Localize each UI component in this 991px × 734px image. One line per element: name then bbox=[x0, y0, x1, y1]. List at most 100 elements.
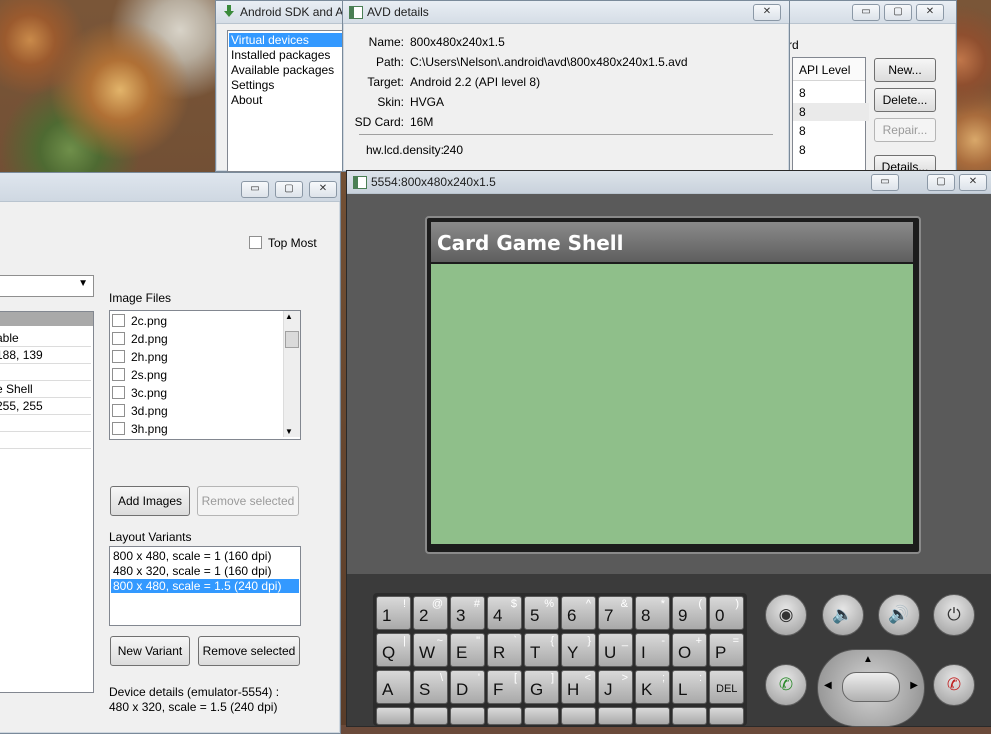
keyboard-key[interactable]: 3 # bbox=[450, 596, 485, 630]
remove-selected-images-button[interactable]: Remove selected bbox=[197, 486, 299, 516]
keyboard-key[interactable]: S \ bbox=[413, 670, 448, 704]
add-images-button[interactable]: Add Images bbox=[110, 486, 190, 516]
api-level-cell[interactable]: 8 bbox=[793, 84, 869, 102]
close-button[interactable]: ✕ bbox=[753, 4, 781, 21]
keyboard-key[interactable]: 4 $ bbox=[487, 596, 522, 630]
property-row[interactable] bbox=[0, 432, 91, 449]
keyboard-key[interactable]: 6 ^ bbox=[561, 596, 596, 630]
new-variant-button[interactable]: New Variant bbox=[110, 636, 190, 666]
keyboard-key[interactable]: P = bbox=[709, 633, 744, 667]
keyboard-key[interactable]: Y} bbox=[561, 633, 596, 667]
image-file-item[interactable]: 3h.png bbox=[112, 421, 168, 438]
keyboard-key[interactable]: I- bbox=[635, 633, 670, 667]
keyboard-key[interactable]: 7 & bbox=[598, 596, 633, 630]
camera-icon[interactable]: ◉ bbox=[765, 594, 807, 636]
checkbox[interactable] bbox=[112, 368, 125, 381]
keyboard-key[interactable] bbox=[635, 707, 670, 725]
keyboard-key[interactable]: L: bbox=[672, 670, 707, 704]
keyboard-key[interactable] bbox=[598, 707, 633, 725]
image-file-item[interactable]: 2s.png bbox=[112, 367, 167, 384]
tool-titlebar[interactable]: ▭ ▢ ✕ bbox=[0, 173, 340, 202]
checkbox[interactable] bbox=[112, 422, 125, 435]
scroll-thumb[interactable] bbox=[285, 331, 299, 348]
checkbox[interactable] bbox=[112, 332, 125, 345]
volume-up-icon[interactable]: 🔊 bbox=[878, 594, 920, 636]
scroll-down-icon[interactable]: ▼ bbox=[285, 427, 293, 436]
sdk-nav-item[interactable]: Settings bbox=[229, 78, 347, 92]
keyboard-key[interactable]: U _ bbox=[598, 633, 633, 667]
sdk-nav-item[interactable]: Available packages bbox=[229, 63, 347, 77]
keyboard-key[interactable] bbox=[376, 707, 411, 725]
keyboard-key[interactable] bbox=[413, 707, 448, 725]
keyboard-key[interactable] bbox=[487, 707, 522, 725]
dpad-up-icon[interactable]: ▲ bbox=[863, 654, 873, 665]
close-button[interactable]: ✕ bbox=[916, 4, 944, 21]
checkbox[interactable] bbox=[112, 350, 125, 363]
dpad-center-button[interactable] bbox=[842, 672, 900, 702]
keyboard-key[interactable]: 5% bbox=[524, 596, 559, 630]
keyboard-key[interactable] bbox=[672, 707, 707, 725]
layout-variant-item[interactable]: 800 x 480, scale = 1 (160 dpi) bbox=[111, 549, 299, 563]
keyboard-key[interactable]: Q | bbox=[376, 633, 411, 667]
close-button[interactable]: ✕ bbox=[959, 174, 987, 191]
delete-avd-button[interactable]: Delete... bbox=[874, 88, 936, 112]
keyboard-key[interactable]: 2 @ bbox=[413, 596, 448, 630]
power-icon[interactable]: ⏻ bbox=[933, 594, 975, 636]
sdk-nav-item[interactable]: About bbox=[229, 93, 347, 107]
keyboard-key[interactable] bbox=[524, 707, 559, 725]
call-icon[interactable]: ✆ bbox=[765, 664, 807, 706]
property-row[interactable]: e Shell bbox=[0, 381, 91, 398]
keyboard-key[interactable] bbox=[450, 707, 485, 725]
checkbox[interactable] bbox=[112, 386, 125, 399]
emulator-titlebar[interactable]: 5554:800x480x240x1.5 ▭ ▢ ✕ bbox=[347, 171, 991, 194]
image-file-item[interactable]: 2c.png bbox=[112, 313, 167, 330]
keyboard-key[interactable]: T{ bbox=[524, 633, 559, 667]
remove-selected-variant-button[interactable]: Remove selected bbox=[198, 636, 300, 666]
keyboard-key[interactable]: 1! bbox=[376, 596, 411, 630]
new-avd-button[interactable]: New... bbox=[874, 58, 936, 82]
checkbox-box[interactable] bbox=[249, 236, 262, 249]
top-most-checkbox[interactable]: Top Most bbox=[249, 236, 317, 250]
property-row[interactable]: able bbox=[0, 330, 91, 347]
keyboard-key[interactable]: F[ bbox=[487, 670, 522, 704]
keyboard-key[interactable]: J > bbox=[598, 670, 633, 704]
image-file-item[interactable]: 3c.png bbox=[112, 385, 167, 402]
layout-variants-list[interactable]: 800 x 480, scale = 1 (160 dpi) 480 x 320,… bbox=[109, 546, 301, 626]
property-row[interactable] bbox=[0, 364, 91, 381]
keyboard-key[interactable]: A bbox=[376, 670, 411, 704]
volume-down-icon[interactable]: 🔈 bbox=[822, 594, 864, 636]
maximize-button[interactable]: ▢ bbox=[884, 4, 912, 21]
image-files-list[interactable]: 2c.png 2d.png 2h.png 2s.png 3c.png 3d.png 3h.p… bbox=[109, 310, 301, 440]
keyboard-key[interactable]: 9( bbox=[672, 596, 707, 630]
image-file-item[interactable]: 2h.png bbox=[112, 349, 168, 366]
layout-variant-item[interactable]: 480 x 320, scale = 1 (160 dpi) bbox=[111, 564, 299, 578]
keyboard-key[interactable]: O + bbox=[672, 633, 707, 667]
keyboard-key[interactable] bbox=[561, 707, 596, 725]
close-button[interactable]: ✕ bbox=[309, 181, 337, 198]
image-file-item[interactable]: 3d.png bbox=[112, 403, 168, 420]
keyboard-key[interactable]: R ` bbox=[487, 633, 522, 667]
properties-grid[interactable]: able188, 139 e Shell255, 255 bbox=[0, 311, 94, 693]
avd-details-titlebar[interactable]: AVD details ✕ bbox=[343, 1, 789, 24]
checkbox[interactable] bbox=[112, 314, 125, 327]
api-level-cell[interactable]: 8 bbox=[793, 103, 869, 121]
keyboard-key[interactable]: G] bbox=[524, 670, 559, 704]
api-level-cell[interactable]: 8 bbox=[793, 122, 869, 140]
keyboard-key[interactable]: E " bbox=[450, 633, 485, 667]
checkbox[interactable] bbox=[112, 404, 125, 417]
sdk-nav-item[interactable]: Installed packages bbox=[229, 48, 347, 62]
property-row[interactable]: 188, 139 bbox=[0, 347, 91, 364]
keyboard-key[interactable]: 0) bbox=[709, 596, 744, 630]
api-level-cell[interactable]: 8 bbox=[793, 141, 869, 159]
maximize-button[interactable]: ▢ bbox=[275, 181, 303, 198]
property-row[interactable] bbox=[0, 415, 91, 432]
dpad[interactable]: ▲ ◀ ▶ bbox=[817, 649, 925, 727]
dpad-right-icon[interactable]: ▶ bbox=[910, 680, 918, 691]
image-file-item[interactable]: 2d.png bbox=[112, 331, 168, 348]
minimize-button[interactable]: ▭ bbox=[871, 174, 899, 191]
keyboard-key[interactable]: D ' bbox=[450, 670, 485, 704]
property-row[interactable]: 255, 255 bbox=[0, 398, 91, 415]
repair-avd-button[interactable]: Repair... bbox=[874, 118, 936, 142]
scroll-up-icon[interactable]: ▲ bbox=[285, 312, 293, 321]
keyboard-key[interactable]: H < bbox=[561, 670, 596, 704]
